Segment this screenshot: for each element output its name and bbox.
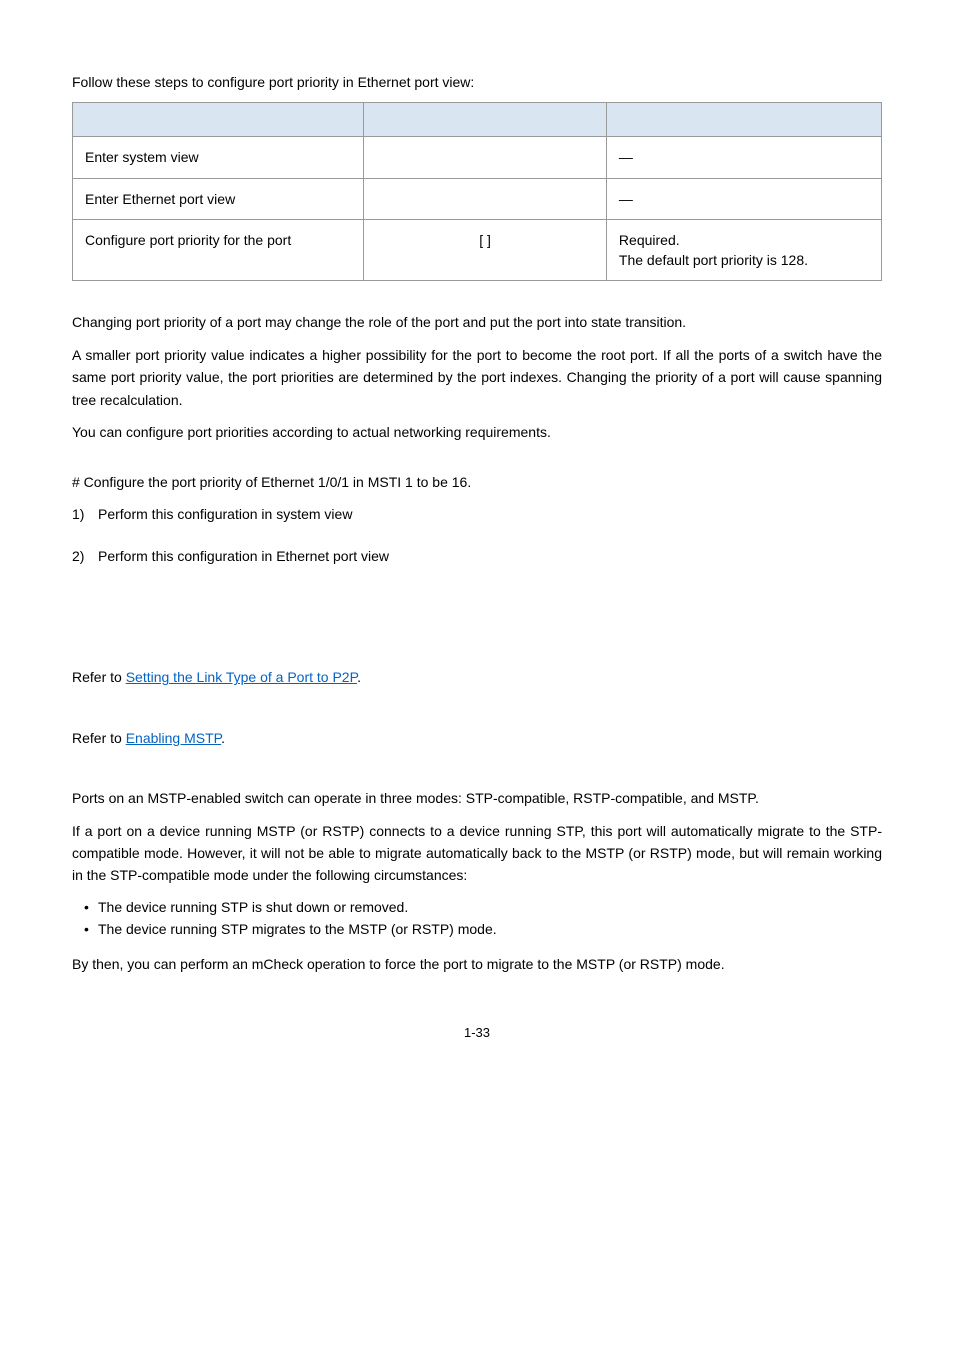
table-header-3 <box>606 103 881 137</box>
cell-cmd <box>364 178 607 219</box>
link-enabling-mstp[interactable]: Enabling MSTP <box>126 730 221 746</box>
link-p2p[interactable]: Setting the Link Type of a Port to P2P <box>126 669 357 685</box>
paragraph: Ports on an MSTP-enabled switch can oper… <box>72 787 882 809</box>
bullet-item: The device running STP migrates to the M… <box>72 919 882 939</box>
paragraph: Changing port priority of a port may cha… <box>72 311 882 333</box>
item-text: Perform this configuration in system vie… <box>98 506 352 522</box>
refer-suffix: . <box>221 730 225 746</box>
config-intro: # Configure the port priority of Etherne… <box>72 471 882 493</box>
paragraph: A smaller port priority value indicates … <box>72 344 882 411</box>
paragraph: You can configure port priorities accord… <box>72 421 882 443</box>
bullet-text: The device running STP is shut down or r… <box>98 899 408 915</box>
table-header-2 <box>364 103 607 137</box>
refer-prefix: Refer to <box>72 730 126 746</box>
cell-cmd: [ ] <box>364 219 607 281</box>
cell-cmd <box>364 137 607 178</box>
paragraph: If a port on a device running MSTP (or R… <box>72 820 882 887</box>
table-row: Enter Ethernet port view — <box>73 178 882 219</box>
intro-text: Follow these steps to configure port pri… <box>72 72 882 92</box>
item-number: 2) <box>72 546 98 566</box>
refer-suffix: . <box>357 669 361 685</box>
cell-op: Configure port priority for the port <box>73 219 364 281</box>
page-number: 1-33 <box>72 1024 882 1043</box>
cell-op: Enter system view <box>73 137 364 178</box>
bullet-item: The device running STP is shut down or r… <box>72 897 882 917</box>
table-row: Enter system view — <box>73 137 882 178</box>
table-header-1 <box>73 103 364 137</box>
refer-prefix: Refer to <box>72 669 126 685</box>
config-table: Enter system view — Enter Ethernet port … <box>72 102 882 281</box>
cell-desc: Required. The default port priority is 1… <box>606 219 881 281</box>
list-item: 1)Perform this configuration in system v… <box>72 504 882 524</box>
paragraph: By then, you can perform an mCheck opera… <box>72 953 882 975</box>
item-text: Perform this configuration in Ethernet p… <box>98 548 389 564</box>
refer-line-1: Refer to Setting the Link Type of a Port… <box>72 666 882 688</box>
desc-line1: Required. <box>619 230 869 250</box>
item-number: 1) <box>72 504 98 524</box>
cell-desc: — <box>606 137 881 178</box>
refer-line-2: Refer to Enabling MSTP. <box>72 727 882 749</box>
list-item: 2)Perform this configuration in Ethernet… <box>72 546 882 566</box>
bullet-text: The device running STP migrates to the M… <box>98 921 497 937</box>
desc-line2: The default port priority is 128. <box>619 250 869 270</box>
table-row: Configure port priority for the port [ ]… <box>73 219 882 281</box>
cell-desc: — <box>606 178 881 219</box>
cell-op: Enter Ethernet port view <box>73 178 364 219</box>
